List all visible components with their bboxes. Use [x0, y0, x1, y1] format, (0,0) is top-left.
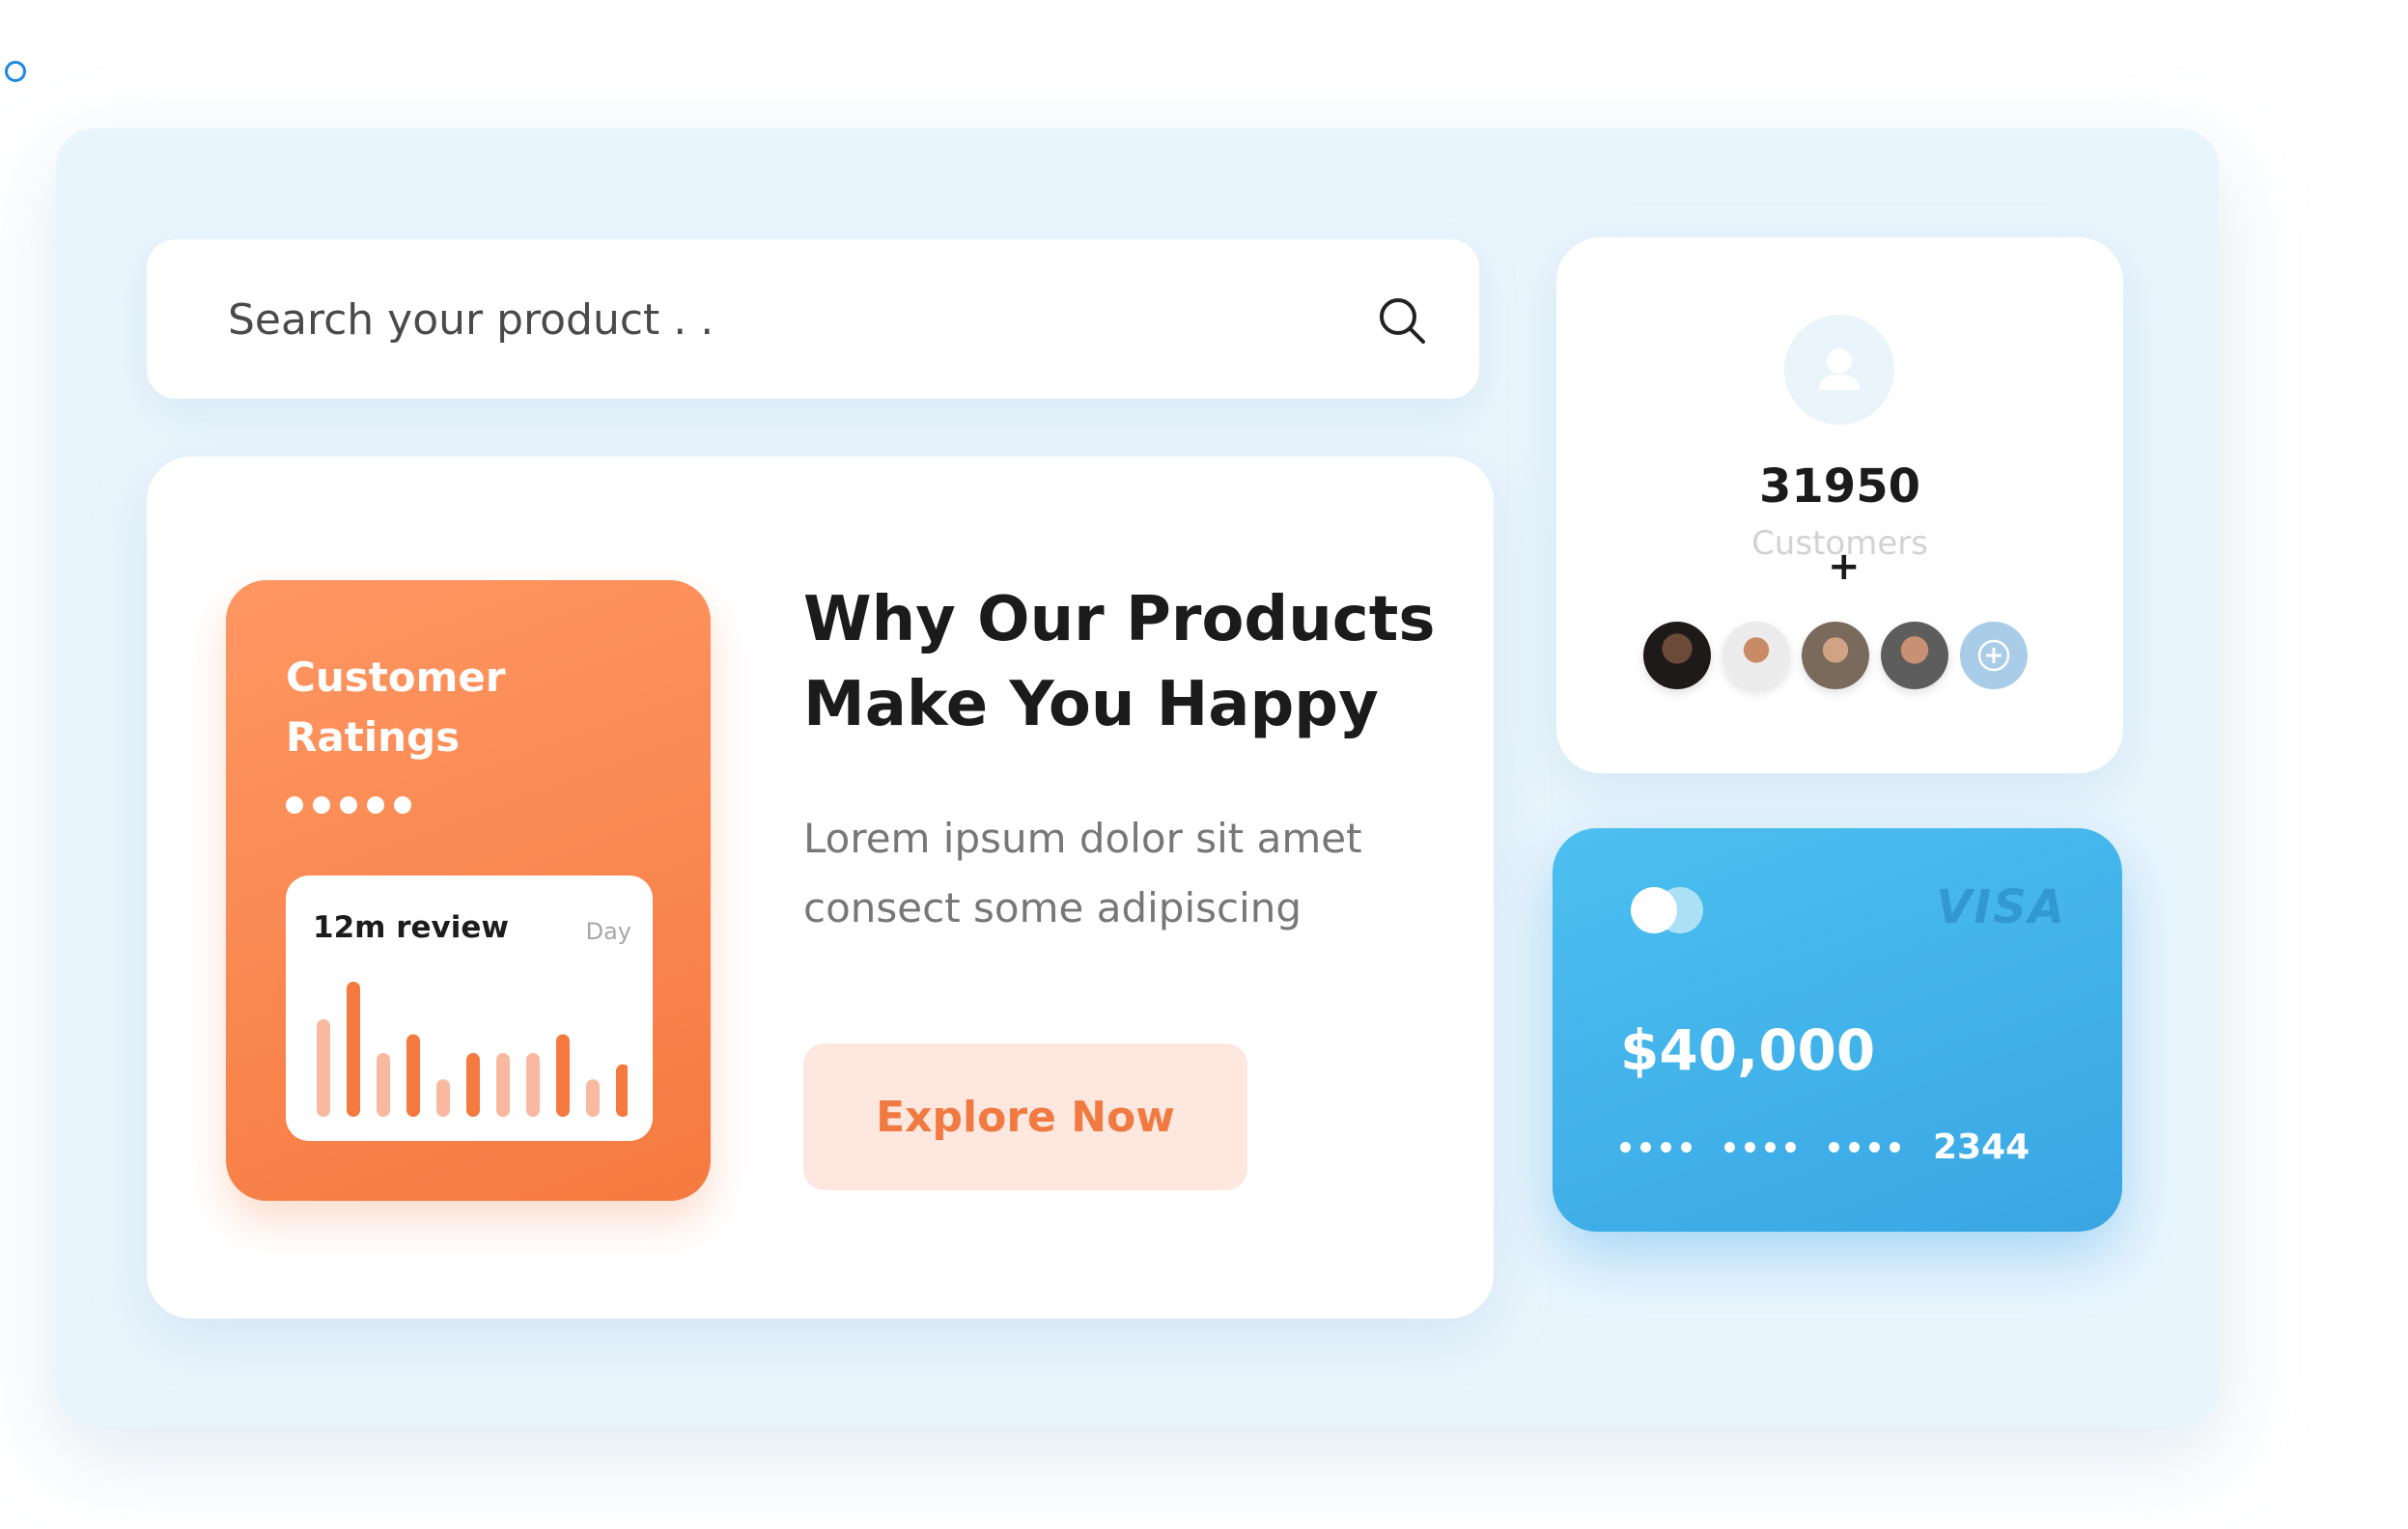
card-number: 2344: [1620, 1127, 2030, 1167]
card-logo-icon: [1631, 887, 1703, 933]
rating-dot: [286, 796, 303, 814]
card-last-four: 2344: [1933, 1127, 2030, 1167]
review-period-label: Day: [585, 918, 631, 945]
review-bar: [436, 1079, 450, 1117]
card-brand: VISA: [1936, 880, 2066, 934]
plus-icon: [1977, 639, 2010, 672]
ratings-title: Customer Ratings: [286, 653, 506, 761]
description: Lorem ipsum dolor sit amet consect some …: [803, 815, 1362, 931]
headline: Why Our Products Make You Happy: [803, 584, 1436, 740]
review-widget: 12m review Day: [286, 876, 653, 1141]
review-bar: [496, 1052, 510, 1117]
rating-dot: [394, 796, 411, 814]
user-icon: [1784, 315, 1894, 425]
review-bar: [586, 1079, 600, 1117]
corner-ring-marker: [5, 61, 26, 82]
review-bar: [556, 1034, 570, 1117]
search-input[interactable]: [226, 284, 1311, 355]
customer-ratings-card: Customer Ratings 12m review Day: [226, 580, 711, 1201]
review-bar-chart: [317, 982, 628, 1117]
payment-card[interactable]: VISA $40,000 2344: [1553, 828, 2122, 1232]
rating-dots: [286, 796, 411, 814]
customer-count: 31950: [1759, 459, 1920, 514]
avatar[interactable]: [1881, 622, 1948, 689]
search-icon[interactable]: [1375, 293, 1429, 348]
card-mask-group: [1829, 1142, 1900, 1153]
add-customer-button[interactable]: [1960, 622, 2028, 689]
avatar[interactable]: [1643, 622, 1711, 689]
review-bar: [347, 982, 360, 1117]
customers-card: 31950 Customers +: [1556, 237, 2123, 773]
rating-dot: [340, 796, 357, 814]
rating-dot: [367, 796, 384, 814]
card-balance: $40,000: [1620, 1017, 1876, 1083]
explore-now-button[interactable]: Explore Now: [803, 1043, 1247, 1190]
card-mask-group: [1724, 1142, 1796, 1153]
review-bar: [406, 1034, 420, 1117]
promo-card: Customer Ratings 12m review Day Why Our …: [147, 457, 1494, 1319]
avatar[interactable]: [1722, 622, 1790, 689]
avatar-row: [1643, 622, 2028, 689]
review-bar: [377, 1052, 390, 1117]
avatar[interactable]: [1802, 622, 1869, 689]
rating-dot: [313, 796, 330, 814]
card-mask-group: [1620, 1142, 1692, 1153]
review-bar: [616, 1064, 628, 1117]
review-bar: [466, 1052, 480, 1117]
plus-mark: +: [1828, 544, 1861, 589]
review-title: 12m review: [313, 910, 510, 945]
search-bar: [147, 239, 1479, 399]
review-bar: [526, 1052, 540, 1117]
review-bar: [317, 1018, 330, 1117]
